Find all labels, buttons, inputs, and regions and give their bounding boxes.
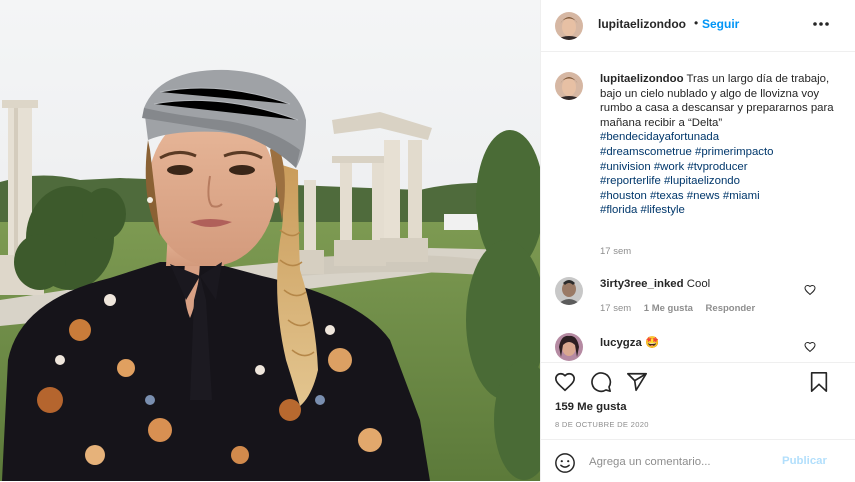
hashtag[interactable]: #lupitaelizondo bbox=[664, 175, 740, 187]
comment-avatar[interactable] bbox=[555, 277, 583, 305]
likes-count[interactable]: 159 Me gusta bbox=[555, 401, 627, 413]
caption-timestamp[interactable]: 17 sem bbox=[600, 246, 631, 257]
hashtag[interactable]: #news bbox=[687, 190, 720, 202]
post-caption: lupitaelizondoo Tras un largo día de tra… bbox=[600, 72, 840, 218]
post-side-panel: lupitaelizondoo • Seguir lupitaelizondoo bbox=[540, 0, 855, 481]
author-username[interactable]: lupitaelizondoo bbox=[598, 17, 686, 31]
more-options-icon[interactable] bbox=[811, 14, 831, 34]
share-send-icon[interactable] bbox=[626, 371, 648, 393]
like-heart-icon[interactable] bbox=[554, 371, 576, 393]
author-avatar-image bbox=[555, 12, 583, 40]
instagram-post-window: lupitaelizondoo • Seguir lupitaelizondoo bbox=[0, 0, 855, 481]
post-actions: 159 Me gusta 8 DE OCTUBRE DE 2020 Public… bbox=[541, 362, 855, 482]
comment-text: 🤩 bbox=[644, 337, 660, 349]
save-bookmark-icon[interactable] bbox=[808, 371, 830, 393]
publish-button[interactable]: Publicar bbox=[782, 455, 827, 467]
post-date[interactable]: 8 DE OCTUBRE DE 2020 bbox=[555, 420, 649, 429]
follow-button[interactable]: Seguir bbox=[702, 17, 739, 31]
post-header: lupitaelizondoo • Seguir bbox=[541, 0, 855, 52]
comment-like-heart-icon[interactable] bbox=[804, 340, 816, 353]
caption-hashtags: #bendecidayafortunada #dreamscometrue #p… bbox=[600, 130, 840, 218]
caption-avatar-image bbox=[555, 72, 583, 100]
comment-timestamp[interactable]: 17 sem bbox=[600, 303, 631, 314]
comment-avatar-image bbox=[555, 277, 583, 305]
hashtag[interactable]: #univision bbox=[600, 161, 651, 173]
hashtag[interactable]: #lifestyle bbox=[641, 204, 685, 216]
comment-avatar[interactable] bbox=[555, 333, 583, 361]
hashtag[interactable]: #texas bbox=[650, 190, 684, 202]
separator-dot: • bbox=[694, 16, 699, 30]
hashtag[interactable]: #reporterlife bbox=[600, 175, 661, 187]
caption-username[interactable]: lupitaelizondoo bbox=[600, 73, 684, 85]
comment-avatar-image bbox=[555, 333, 583, 361]
add-comment-bar: Publicar bbox=[541, 439, 855, 482]
comment-bubble-icon[interactable] bbox=[590, 371, 612, 393]
comment-item: 3irty3ree_inked Cool bbox=[600, 278, 710, 290]
comment-like-heart-icon[interactable] bbox=[804, 283, 816, 296]
hashtag[interactable]: #work bbox=[654, 161, 684, 173]
hashtag[interactable]: #bendecidayafortunada bbox=[600, 131, 719, 143]
add-comment-input[interactable] bbox=[589, 452, 759, 472]
comment-username[interactable]: lucygza bbox=[600, 337, 642, 349]
emoji-icon[interactable] bbox=[554, 452, 576, 474]
author-avatar[interactable] bbox=[555, 12, 583, 40]
hashtag[interactable]: #miami bbox=[723, 190, 760, 202]
comment-username[interactable]: 3irty3ree_inked bbox=[600, 278, 684, 290]
post-photo[interactable] bbox=[0, 0, 540, 481]
comment-text: Cool bbox=[686, 278, 711, 290]
hashtag[interactable]: #dreamscometrue bbox=[600, 146, 692, 158]
reply-button[interactable]: Responder bbox=[706, 303, 756, 314]
post-photo-image bbox=[0, 0, 540, 481]
hashtag[interactable]: #florida bbox=[600, 204, 637, 216]
hashtag[interactable]: #houston bbox=[600, 190, 647, 202]
caption-avatar[interactable] bbox=[555, 72, 583, 100]
hashtag[interactable]: #primerimpacto bbox=[695, 146, 774, 158]
hashtag[interactable]: #tvproducer bbox=[687, 161, 747, 173]
comment-item: lucygza 🤩 bbox=[600, 335, 659, 349]
comment-likes[interactable]: 1 Me gusta bbox=[644, 303, 693, 314]
comment-meta: 17 sem 1 Me gusta Responder bbox=[600, 303, 765, 314]
